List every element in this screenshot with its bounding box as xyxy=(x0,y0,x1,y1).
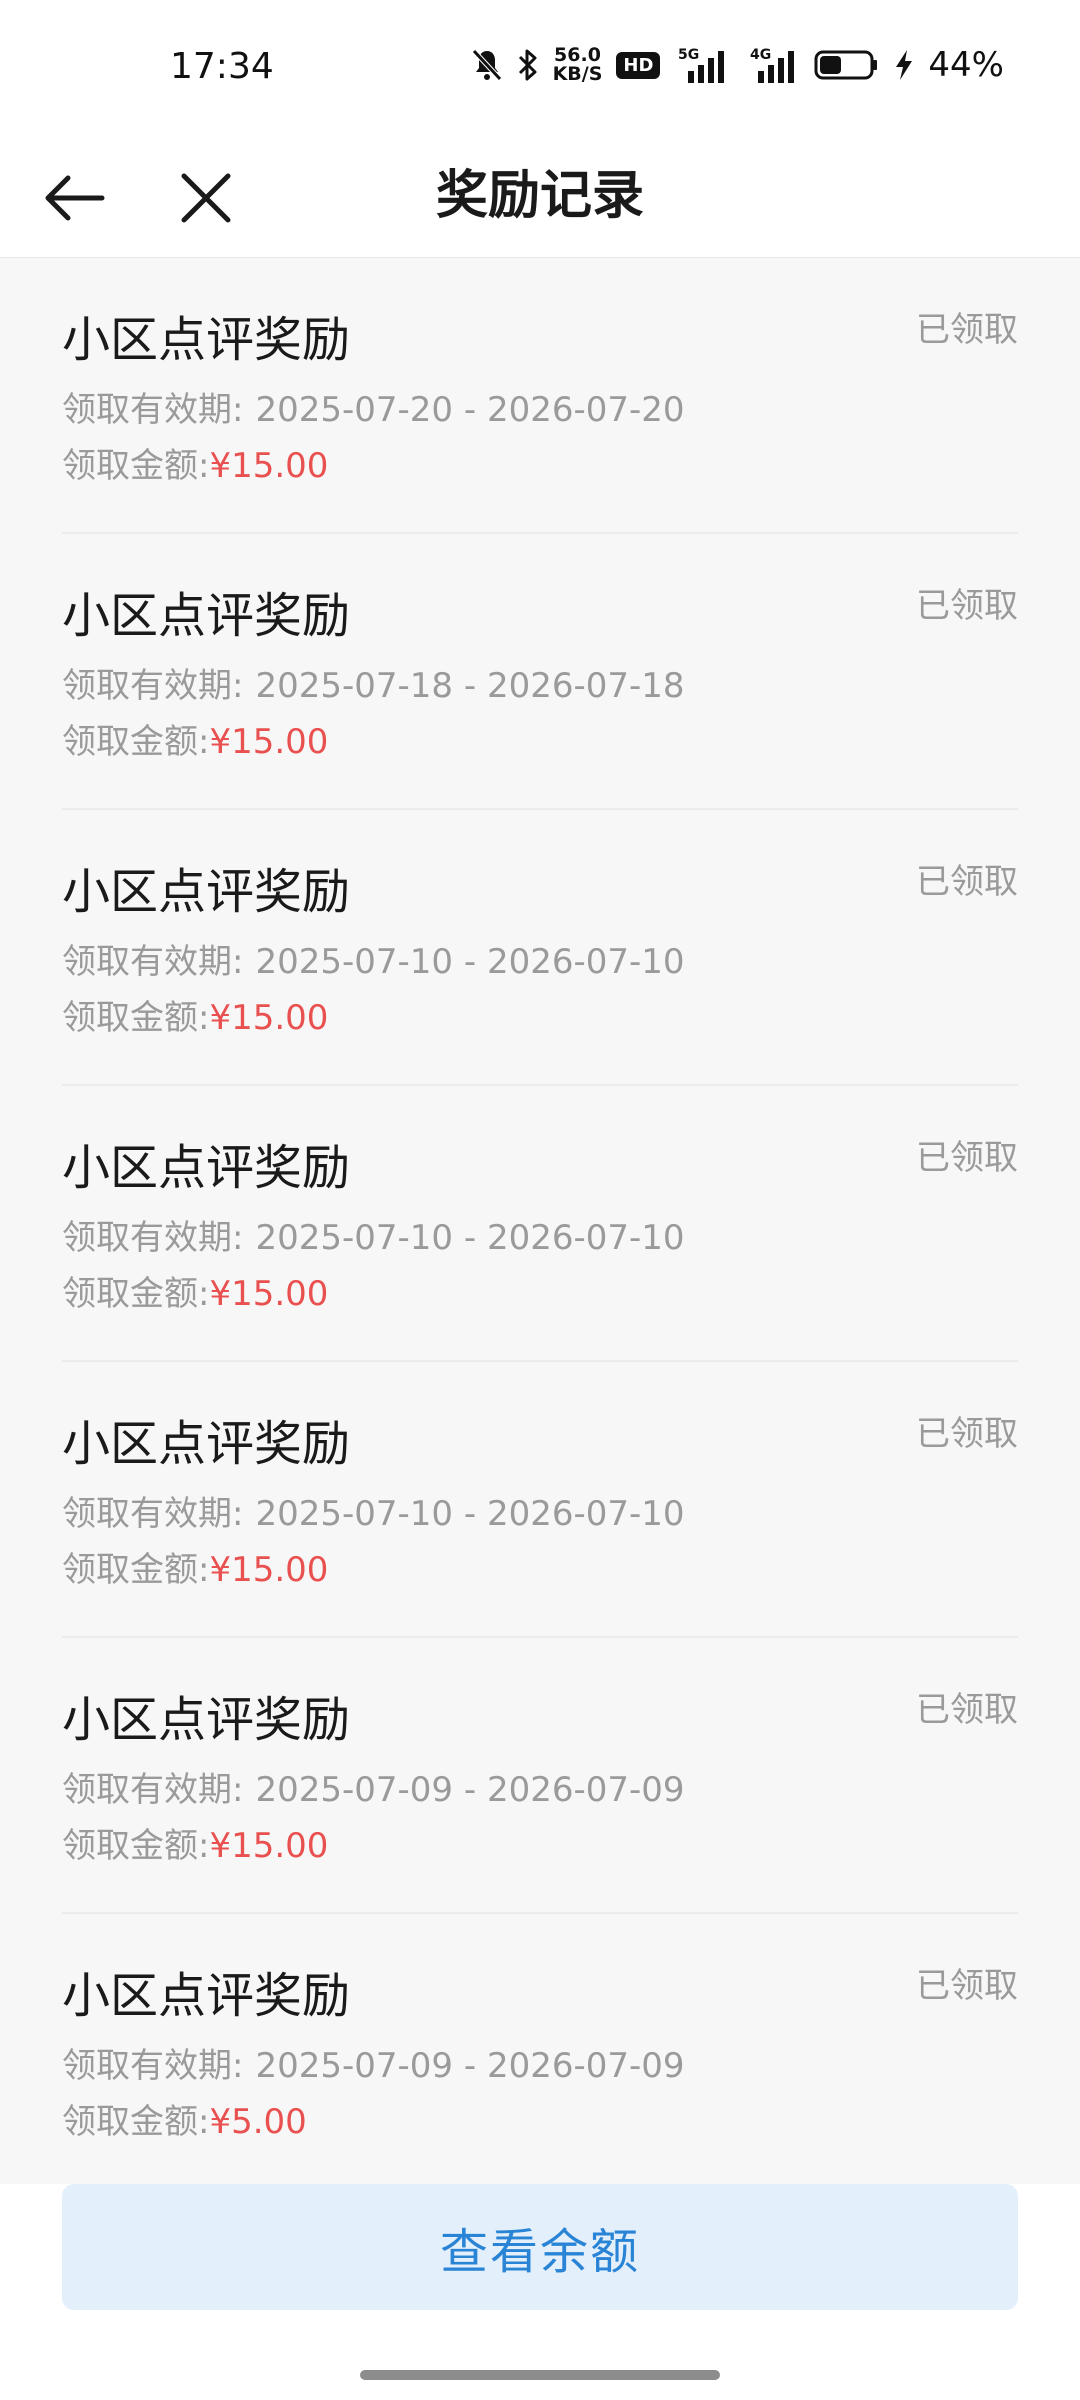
record-status-badge: 已领取 xyxy=(916,862,1018,902)
amount-value: ¥15.00 xyxy=(209,1550,329,1590)
status-bar: 17:34 56.0 KB/S HD 5G 4G 44% xyxy=(0,0,1080,134)
amount-label: 领取金额: xyxy=(62,1550,210,1590)
battery-percentage: 44% xyxy=(928,45,1004,85)
amount-value: ¥15.00 xyxy=(209,998,329,1038)
amount-label: 领取金额: xyxy=(62,998,210,1038)
list-item[interactable]: 小区点评奖励 已领取 领取有效期: 2025-07-10 - 2026-07-10 领取… xyxy=(62,1086,1018,1362)
mute-bell-icon xyxy=(471,48,503,82)
record-status-badge: 已领取 xyxy=(916,310,1018,350)
record-amount: 领取金额:¥15.00 xyxy=(62,714,328,763)
page-title: 奖励记录 xyxy=(435,166,644,226)
record-amount: 领取金额:¥15.00 xyxy=(62,1542,328,1591)
bluetooth-icon xyxy=(517,48,539,82)
validity-value: 2025-07-18 - 2026-07-18 xyxy=(255,666,685,706)
list-item[interactable]: 小区点评奖励 已领取 领取有效期: 2025-07-18 - 2026-07-18 领取… xyxy=(62,534,1018,810)
record-status-badge: 已领取 xyxy=(916,1138,1018,1178)
record-title: 小区点评奖励 xyxy=(62,1692,351,1748)
record-amount: 领取金额:¥5.00 xyxy=(62,2094,307,2143)
battery-icon xyxy=(814,48,880,82)
hd-icon: HD xyxy=(616,51,661,79)
validity-value: 2025-07-10 - 2026-07-10 xyxy=(255,1494,685,1534)
amount-label: 领取金额: xyxy=(62,446,210,486)
reward-record-list[interactable]: 小区点评奖励 已领取 领取有效期: 2025-07-20 - 2026-07-20 领取… xyxy=(0,258,1080,2184)
close-icon xyxy=(181,173,231,223)
validity-value: 2025-07-20 - 2026-07-20 xyxy=(255,390,685,430)
list-item[interactable]: 小区点评奖励 已领取 领取有效期: 2025-07-20 - 2026-07-20 领取… xyxy=(62,258,1018,534)
amount-value: ¥5.00 xyxy=(209,2102,307,2142)
signal-5g-label: 5G xyxy=(678,47,699,63)
record-title: 小区点评奖励 xyxy=(62,1416,351,1472)
list-item[interactable]: 小区点评奖励 已领取 领取有效期: 2025-07-09 - 2026-07-09 领取… xyxy=(62,1914,1018,2184)
record-validity: 领取有效期: 2025-07-20 - 2026-07-20 xyxy=(62,382,685,431)
validity-label: 领取有效期: xyxy=(62,666,244,706)
record-title: 小区点评奖励 xyxy=(62,1968,351,2024)
network-speed: 56.0 KB/S xyxy=(553,46,603,84)
record-amount: 领取金额:¥15.00 xyxy=(62,1818,328,1867)
list-item[interactable]: 小区点评奖励 已领取 领取有效期: 2025-07-10 - 2026-07-10 领取… xyxy=(62,1362,1018,1638)
validity-value: 2025-07-09 - 2026-07-09 xyxy=(255,2046,685,2086)
record-validity: 领取有效期: 2025-07-18 - 2026-07-18 xyxy=(62,658,685,707)
validity-label: 领取有效期: xyxy=(62,942,244,982)
amount-label: 领取金额: xyxy=(62,2102,210,2142)
record-title: 小区点评奖励 xyxy=(62,1140,351,1196)
validity-value: 2025-07-09 - 2026-07-09 xyxy=(255,1770,685,1810)
record-amount: 领取金额:¥15.00 xyxy=(62,1266,328,1315)
signal-5g-icon: 5G xyxy=(674,45,736,85)
record-title: 小区点评奖励 xyxy=(62,312,351,368)
record-status-badge: 已领取 xyxy=(916,1690,1018,1730)
status-icons: 56.0 KB/S HD 5G 4G 44% xyxy=(471,40,1004,90)
signal-4g-icon: 4G xyxy=(750,45,800,85)
close-button[interactable] xyxy=(168,160,244,236)
home-indicator[interactable] xyxy=(360,2370,720,2380)
header-bar: 奖励记录 xyxy=(0,134,1080,258)
validity-label: 领取有效期: xyxy=(62,1494,244,1534)
charging-bolt-icon xyxy=(894,48,914,82)
bottom-area: 查看余额 xyxy=(0,2184,1080,2400)
record-validity: 领取有效期: 2025-07-10 - 2026-07-10 xyxy=(62,934,685,983)
amount-value: ¥15.00 xyxy=(209,1826,329,1866)
validity-value: 2025-07-10 - 2026-07-10 xyxy=(255,1218,685,1258)
amount-value: ¥15.00 xyxy=(209,1274,329,1314)
record-validity: 领取有效期: 2025-07-09 - 2026-07-09 xyxy=(62,1762,685,1811)
back-button[interactable] xyxy=(36,160,112,236)
record-title: 小区点评奖励 xyxy=(62,588,351,644)
list-item[interactable]: 小区点评奖励 已领取 领取有效期: 2025-07-09 - 2026-07-09 领取… xyxy=(62,1638,1018,1914)
amount-label: 领取金额: xyxy=(62,1826,210,1866)
record-amount: 领取金额:¥15.00 xyxy=(62,990,328,1039)
record-validity: 领取有效期: 2025-07-10 - 2026-07-10 xyxy=(62,1210,685,1259)
amount-label: 领取金额: xyxy=(62,722,210,762)
validity-value: 2025-07-10 - 2026-07-10 xyxy=(255,942,685,982)
amount-value: ¥15.00 xyxy=(209,722,329,762)
record-title: 小区点评奖励 xyxy=(62,864,351,920)
signal-4g-label: 4G xyxy=(750,47,771,63)
validity-label: 领取有效期: xyxy=(62,390,244,430)
record-validity: 领取有效期: 2025-07-09 - 2026-07-09 xyxy=(62,2038,685,2087)
network-speed-unit: KB/S xyxy=(552,63,603,85)
record-validity: 领取有效期: 2025-07-10 - 2026-07-10 xyxy=(62,1486,685,1535)
list-item[interactable]: 小区点评奖励 已领取 领取有效期: 2025-07-10 - 2026-07-10 领取… xyxy=(62,810,1018,1086)
view-balance-button[interactable]: 查看余额 xyxy=(62,2184,1018,2310)
arrow-left-icon xyxy=(45,175,105,221)
record-status-badge: 已领取 xyxy=(916,586,1018,626)
record-status-badge: 已领取 xyxy=(916,1414,1018,1454)
validity-label: 领取有效期: xyxy=(62,1770,244,1810)
amount-label: 领取金额: xyxy=(62,1274,210,1314)
validity-label: 领取有效期: xyxy=(62,1218,244,1258)
validity-label: 领取有效期: xyxy=(62,2046,244,2086)
amount-value: ¥15.00 xyxy=(209,446,329,486)
record-amount: 领取金额:¥15.00 xyxy=(62,438,328,487)
status-time: 17:34 xyxy=(170,46,274,87)
record-status-badge: 已领取 xyxy=(916,1966,1018,2006)
